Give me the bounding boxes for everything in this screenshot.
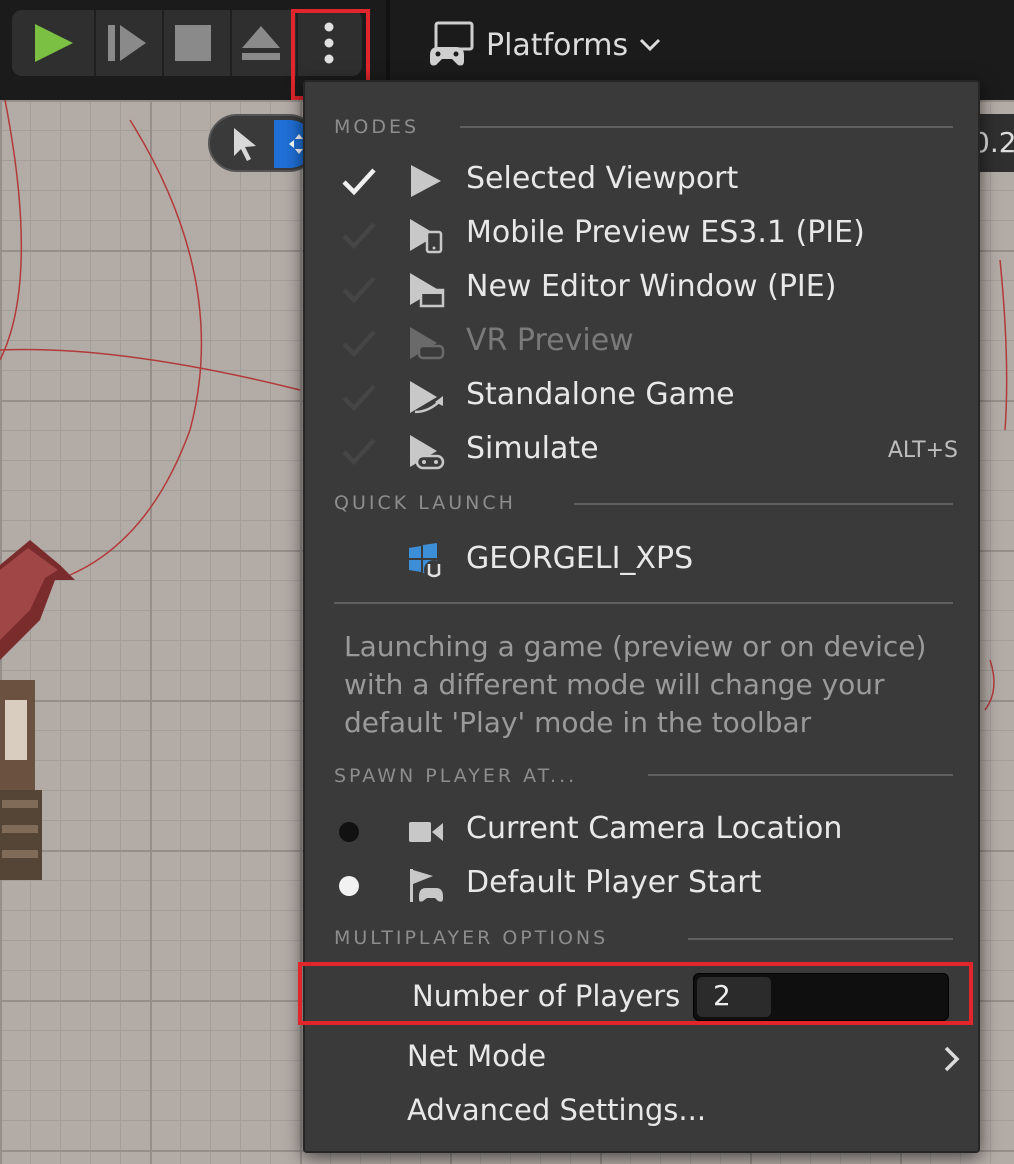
standalone-game-icon [410, 381, 443, 414]
net-mode-submenu[interactable]: Net Mode [305, 1034, 978, 1084]
editor-window-icon [410, 273, 445, 308]
mode-label: New Editor Window (PIE) [466, 269, 837, 304]
chevron-down-icon [640, 38, 661, 52]
pagoda-model [0, 540, 75, 880]
platforms-icon [430, 21, 474, 66]
windows-unreal-icon [409, 543, 444, 580]
player-start-flag-icon [410, 869, 443, 902]
quick-launch-label: GEORGELI_XPS [466, 541, 694, 576]
spawn-header: SPAWN PLAYER AT... [334, 765, 578, 787]
check-icon [342, 168, 376, 196]
net-mode-label: Net Mode [407, 1039, 547, 1073]
mode-new-editor-window[interactable]: New Editor Window (PIE) [305, 264, 978, 314]
mode-label: Standalone Game [466, 377, 735, 412]
play-button[interactable] [20, 10, 86, 76]
frame-skip-button[interactable] [94, 10, 160, 76]
viewport-transform-tools [208, 114, 318, 172]
camera-icon [409, 822, 443, 842]
advanced-settings-item[interactable]: Advanced Settings... [305, 1088, 978, 1138]
spawn-default-player-start[interactable]: Default Player Start [305, 860, 978, 910]
quick-launch-device[interactable]: GEORGELI_XPS [305, 536, 978, 586]
play-triangle-icon [411, 165, 441, 197]
mobile-preview-icon [410, 219, 443, 254]
check-icon [342, 222, 376, 250]
mode-mobile-preview[interactable]: Mobile Preview ES3.1 (PIE) [305, 210, 978, 260]
highlight-number-of-players [298, 962, 973, 1025]
spawn-current-camera[interactable]: Current Camera Location [305, 806, 978, 856]
platforms-label: Platforms [486, 27, 629, 63]
mode-simulate[interactable]: Simulate ALT+S [305, 426, 978, 476]
frame-skip-icon [108, 25, 146, 61]
quick-launch-header: QUICK LAUNCH [334, 492, 516, 514]
section-divider [334, 602, 953, 604]
mode-standalone-game[interactable]: Standalone Game [305, 372, 978, 422]
stop-icon [175, 25, 211, 61]
launch-mode-info: Launching a game (preview or on device) … [344, 630, 927, 739]
mode-label: VR Preview [466, 323, 634, 358]
section-divider [648, 774, 953, 776]
check-icon [342, 438, 376, 466]
simulate-icon [410, 435, 445, 470]
radio-unselected [339, 822, 359, 842]
mode-label: Mobile Preview ES3.1 (PIE) [466, 215, 865, 250]
eject-icon [242, 26, 280, 60]
section-divider [688, 938, 953, 940]
advanced-settings-label: Advanced Settings... [407, 1093, 707, 1127]
spawn-label: Default Player Start [466, 865, 762, 900]
check-icon [342, 276, 376, 304]
section-divider [460, 126, 953, 128]
chevron-right-icon [944, 1046, 960, 1072]
mode-label: Simulate [466, 431, 599, 466]
simulate-shortcut: ALT+S [887, 438, 958, 463]
check-icon [342, 384, 376, 412]
play-icon [35, 24, 73, 62]
spawn-label: Current Camera Location [466, 811, 843, 846]
vr-preview-icon [410, 327, 445, 360]
stop-button[interactable] [160, 10, 226, 76]
multiplayer-header: MULTIPLAYER OPTIONS [334, 927, 609, 949]
eject-button[interactable] [228, 10, 294, 76]
check-icon [342, 330, 376, 358]
platforms-button[interactable]: Platforms [426, 20, 662, 70]
mode-selected-viewport[interactable]: Selected Viewport [305, 156, 978, 206]
mode-label: Selected Viewport [466, 161, 739, 196]
radio-selected [339, 876, 359, 896]
section-divider [574, 503, 953, 505]
mode-vr-preview: VR Preview [305, 318, 978, 368]
modes-header: MODES [334, 116, 420, 138]
select-cursor-icon[interactable] [230, 126, 260, 162]
